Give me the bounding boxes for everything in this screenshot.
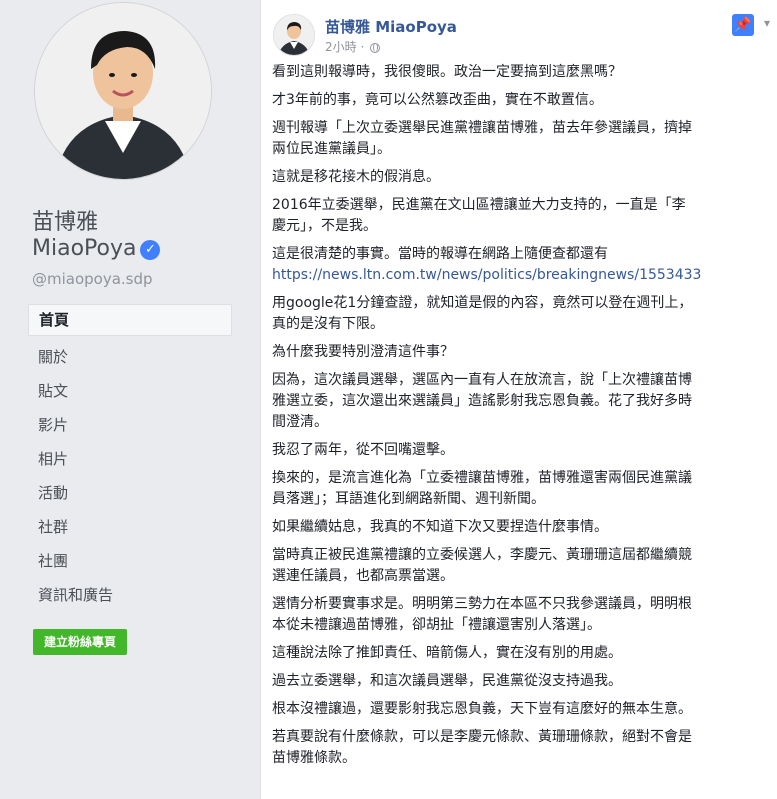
post-body: 看到這則報導時，我很傻眼。政治一定要搞到這麼黑嗎？ 才3年前的事，竟可以公然篡改… <box>272 62 770 776</box>
nav-item-videos[interactable]: 影片 <box>28 408 232 442</box>
post-paragraph: 這就是移花接木的假消息。 <box>272 169 440 185</box>
nav-item-photos[interactable]: 相片 <box>28 442 232 476</box>
post-paragraph: 選情分析要實事求是。明明第三勢力在本區不只我參選議員，明明根 本從未禮讓過苗博雅… <box>272 596 692 633</box>
post-paragraph: 若真要說有什麼條款，可以是李慶元條款、黃珊珊條款，絕對不會是 苗博雅條款。 <box>272 729 692 766</box>
page-title-chinese: 苗博雅 <box>32 210 99 235</box>
profile-picture[interactable] <box>34 2 212 180</box>
post-paragraph: 週刊報導「上次立委選舉民進黨禮讓苗博雅，苗去年參選議員，擠掉 兩位民進黨議員」。 <box>272 120 692 157</box>
create-page-button[interactable]: 建立粉絲專頁 <box>33 629 128 655</box>
post-paragraph: 我忍了兩年，從不回嘴還擊。 <box>272 442 454 458</box>
page-title-english: MiaoPoya <box>32 236 137 261</box>
post-paragraph: 當時真正被民進黨禮讓的立委候選人，李慶元、黃珊珊這屆都繼續競 選連任議員，也都高… <box>272 547 692 584</box>
page-nav: 首頁 關於 貼文 影片 相片 活動 社群 社團 資訊和廣告 <box>28 304 232 612</box>
post-paragraph: 為什麼我要特別澄清這件事？ <box>272 344 454 360</box>
post-paragraph: 2016年立委選舉，民進黨在文山區禮讓並大力支持的，一直是「李 慶元」，不是我。 <box>272 197 686 234</box>
facebook-page: 苗博雅 MiaoPoya ✓ @miaopoya.sdp 首頁 關於 貼文 影片 … <box>0 0 777 799</box>
page-sidebar: 苗博雅 MiaoPoya ✓ @miaopoya.sdp 首頁 關於 貼文 影片 … <box>0 0 248 799</box>
post-paragraph: 看到這則報導時，我很傻眼。政治一定要搞到這麼黑嗎？ <box>272 64 622 80</box>
globe-icon <box>370 43 381 53</box>
nav-item-groups[interactable]: 社團 <box>28 544 232 578</box>
post-author-avatar[interactable] <box>273 14 315 56</box>
nav-item-home[interactable]: 首頁 <box>28 304 232 336</box>
post-paragraph: 才3年前的事，竟可以公然篡改歪曲，實在不敢置信。 <box>272 92 603 108</box>
nav-item-events[interactable]: 活動 <box>28 476 232 510</box>
post-paragraph: 如果繼續姑息，我真的不知道下次又要捏造什麼事情。 <box>272 519 608 535</box>
nav-item-about[interactable]: 關於 <box>28 340 232 374</box>
post-paragraph: 用google花1分鐘查證，就知道是假的內容，竟然可以登在週刊上， 真的是沒有下… <box>272 295 693 332</box>
nav-item-community[interactable]: 社群 <box>28 510 232 544</box>
post-paragraph: 過去立委選舉，和這次議員選舉，民進黨從沒支持過我。 <box>272 673 622 689</box>
pin-icon[interactable]: 📌 <box>732 14 754 36</box>
post-time[interactable]: 2小時 · <box>325 40 368 54</box>
post-author-name[interactable]: 苗博雅 MiaoPoya <box>325 16 457 37</box>
post-card: 苗博雅 MiaoPoya 2小時 · 📌 ▾ 看到這則報導時，我很傻眼。政治一定… <box>260 0 777 799</box>
post-paragraph: 換來的，是流言進化為「立委禮讓苗博雅，苗博雅還害兩個民進黨議 員落選」；耳語進化… <box>272 470 692 507</box>
chevron-down-icon[interactable]: ▾ <box>760 16 774 30</box>
post-paragraph: 這是很清楚的事實。當時的報導在網路上隨便查都還有 <box>272 246 608 262</box>
page-handle[interactable]: @miaopoya.sdp <box>32 270 153 288</box>
verified-icon: ✓ <box>140 240 161 260</box>
post-paragraph: 這種說法除了推卸責任、暗箭傷人，實在沒有別的用處。 <box>272 645 622 661</box>
news-link[interactable]: https://news.ltn.com.tw/news/politics/br… <box>272 267 701 283</box>
post-paragraph: 因為，這次議員選舉，選區內一直有人在放流言，說「上次禮讓苗博 雅選立委，這次還出… <box>272 372 692 430</box>
nav-item-posts[interactable]: 貼文 <box>28 374 232 408</box>
post-timestamp[interactable]: 2小時 · <box>325 38 381 55</box>
page-title: 苗博雅 MiaoPoya ✓ <box>32 210 242 262</box>
post-paragraph: 根本沒禮讓過，還要影射我忘恩負義，天下豈有這麼好的無本生意。 <box>272 701 692 717</box>
nav-item-info-and-ads[interactable]: 資訊和廣告 <box>28 578 232 612</box>
